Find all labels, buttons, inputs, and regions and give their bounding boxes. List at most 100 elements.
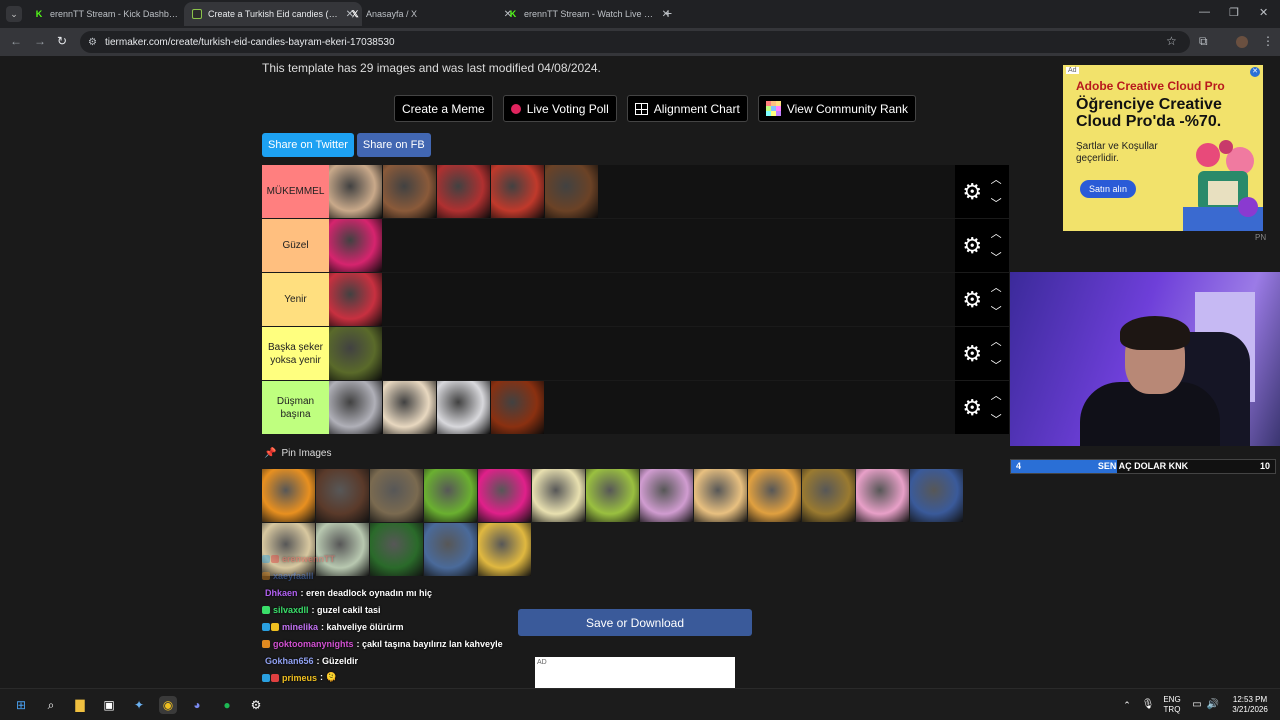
minimize-icon[interactable]: —	[1199, 6, 1210, 18]
chat-username[interactable]: xaeyfaalll	[273, 571, 314, 581]
candy-item[interactable]	[329, 165, 382, 218]
tab-x-home[interactable]: 𝕏 Anasayfa / X ✕	[342, 2, 520, 26]
candy-item[interactable]	[262, 469, 315, 522]
candy-item[interactable]	[329, 327, 382, 380]
candy-item[interactable]	[491, 381, 544, 434]
tier-dropzone[interactable]	[329, 219, 955, 272]
tier-dropzone[interactable]	[329, 273, 955, 326]
search-icon[interactable]: ⌕	[42, 696, 60, 714]
chat-username[interactable]: goktoomanynights	[273, 639, 354, 649]
chevron-down-icon[interactable]: ﹀	[991, 360, 1002, 371]
candy-item[interactable]	[329, 219, 382, 272]
candy-item[interactable]	[856, 469, 909, 522]
candy-item[interactable]	[694, 469, 747, 522]
chat-username[interactable]: primeus	[282, 673, 317, 683]
store-icon[interactable]: ▣	[100, 696, 118, 714]
gear-icon[interactable]: ⚙	[962, 180, 982, 203]
restore-icon[interactable]: ❐	[1229, 6, 1239, 19]
candy-item[interactable]	[383, 165, 436, 218]
create-meme-button[interactable]: Create a Meme	[394, 95, 493, 122]
view-community-rank-button[interactable]: View Community Rank	[757, 95, 916, 122]
save-or-download-button[interactable]: Save or Download	[518, 609, 752, 636]
gear-icon[interactable]: ⚙	[962, 396, 982, 419]
windows-start-icon[interactable]: ⊞	[12, 696, 30, 714]
candy-item[interactable]	[329, 381, 382, 434]
chat-username[interactable]: erenwennTT	[282, 554, 335, 564]
candy-item[interactable]	[370, 469, 423, 522]
tier-label[interactable]: Düşman başına	[262, 381, 329, 434]
bottom-ad-banner[interactable]: AD	[535, 657, 735, 688]
discord-icon[interactable]: ◕	[188, 696, 206, 714]
candy-item[interactable]	[910, 469, 963, 522]
clock[interactable]: 12:53 PM 3/21/2026	[1224, 695, 1276, 715]
tab-kick-dashboard[interactable]: K erennTT Stream - Kick Dashboard ✕	[26, 2, 204, 26]
spotify-icon[interactable]: ●	[218, 696, 236, 714]
gear-icon[interactable]: ⚙	[962, 342, 982, 365]
settings-icon[interactable]: ⚙	[247, 696, 265, 714]
chat-username[interactable]: Gokhan656	[265, 656, 314, 666]
chrome-icon[interactable]: ◉	[159, 696, 177, 714]
profile-avatar[interactable]	[1236, 36, 1248, 48]
candy-item[interactable]	[532, 469, 585, 522]
alignment-chart-button[interactable]: Alignment Chart	[626, 95, 748, 122]
candy-item[interactable]	[316, 469, 369, 522]
chevron-down-icon[interactable]: ﹀	[991, 198, 1002, 209]
chat-username[interactable]: silvaxdll	[273, 605, 309, 615]
share-twitter-button[interactable]: Share on Twitter	[262, 133, 354, 157]
chevron-up-icon[interactable]: ︿	[991, 228, 1002, 239]
back-icon[interactable]: ←	[10, 34, 22, 48]
chevron-up-icon[interactable]: ︿	[991, 282, 1002, 293]
site-info-icon[interactable]: ⚙	[88, 37, 97, 48]
tier-dropzone[interactable]	[329, 327, 955, 380]
tab-search-button[interactable]: ⌄	[6, 6, 22, 22]
gear-icon[interactable]: ⚙	[962, 234, 982, 257]
menu-dots-icon[interactable]: ⋮	[1262, 34, 1274, 48]
reload-icon[interactable]: ↻	[57, 34, 67, 48]
ad-cta-button[interactable]: Satın alın	[1080, 180, 1137, 198]
tab-kick-watch[interactable]: K erennTT Stream - Watch Live on Kick ✕	[500, 2, 678, 26]
new-tab-button[interactable]: +	[664, 5, 672, 21]
tier-label[interactable]: MÜKEMMEL	[262, 165, 329, 218]
extensions-icon[interactable]: ⧉	[1199, 34, 1208, 49]
chevron-up-icon[interactable]: ︿	[991, 174, 1002, 185]
volume-icon[interactable]: 🔊	[1204, 696, 1222, 714]
ad-close-icon[interactable]: ✕	[1250, 67, 1260, 77]
candy-item[interactable]	[545, 165, 598, 218]
tab-tiermaker[interactable]: Create a Turkish Eid candies (Bayram eke…	[184, 2, 362, 26]
gear-icon[interactable]: ⚙	[962, 288, 982, 311]
app-icon[interactable]: ✦	[130, 696, 148, 714]
url-input[interactable]: ⚙ tiermaker.com/create/turkish-eid-candi…	[80, 31, 1190, 53]
candy-item[interactable]	[748, 469, 801, 522]
adobe-ad[interactable]: Ad ✕ Adobe Creative Cloud Pro Öğrenciye …	[1063, 65, 1263, 231]
candy-item[interactable]	[491, 165, 544, 218]
tier-dropzone[interactable]	[329, 165, 955, 218]
candy-item[interactable]	[424, 469, 477, 522]
language-indicator[interactable]: ENG TRQ	[1160, 695, 1184, 715]
chevron-up-icon[interactable]: ︿	[991, 390, 1002, 401]
chevron-up-icon[interactable]: ︿	[991, 336, 1002, 347]
tier-dropzone[interactable]	[329, 381, 955, 434]
candy-item[interactable]	[586, 469, 639, 522]
forward-icon[interactable]: →	[34, 34, 46, 48]
chevron-down-icon[interactable]: ﹀	[991, 306, 1002, 317]
tier-label[interactable]: Güzel	[262, 219, 329, 272]
share-fb-button[interactable]: Share on FB	[356, 133, 431, 157]
chevron-down-icon[interactable]: ﹀	[991, 252, 1002, 263]
live-voting-poll-button[interactable]: Live Voting Poll	[502, 95, 617, 122]
chat-username[interactable]: Dhkaen	[265, 588, 298, 598]
candy-item[interactable]	[437, 165, 490, 218]
bookmark-star-icon[interactable]: ☆	[1166, 34, 1177, 48]
pin-images-toggle[interactable]: 📌 Pin Images	[264, 448, 331, 459]
candy-item[interactable]	[802, 469, 855, 522]
chat-username[interactable]: minelika	[282, 622, 318, 632]
candy-item[interactable]	[329, 273, 382, 326]
candy-item[interactable]	[640, 469, 693, 522]
chevron-down-icon[interactable]: ﹀	[991, 414, 1002, 425]
microphone-icon[interactable]: 🎙	[1139, 696, 1157, 714]
tray-chevron-icon[interactable]: ⌃	[1118, 696, 1136, 714]
candy-item[interactable]	[437, 381, 490, 434]
file-explorer-icon[interactable]: ▇	[71, 696, 89, 714]
tier-label[interactable]: Başka şeker yoksa yenir	[262, 327, 329, 380]
tier-label[interactable]: Yenir	[262, 273, 329, 326]
window-close-icon[interactable]: ✕	[1259, 6, 1268, 19]
